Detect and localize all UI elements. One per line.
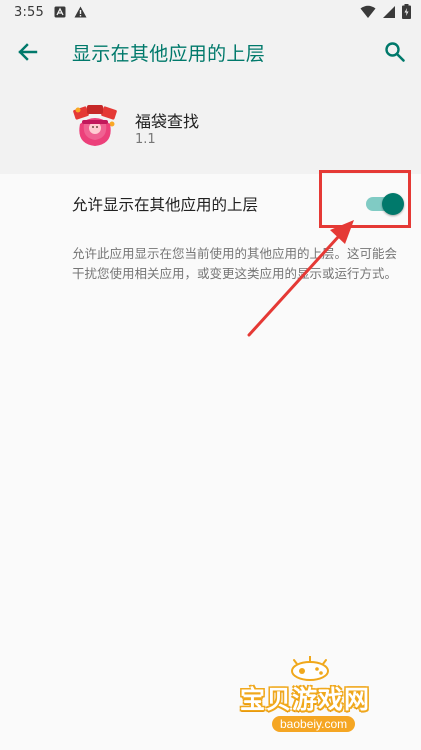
wifi-icon xyxy=(360,5,376,18)
page-title: 显示在其他应用的上层 xyxy=(72,43,266,65)
search-icon xyxy=(385,42,405,62)
warning-icon xyxy=(74,6,87,18)
watermark-domain: baobeiy.com xyxy=(272,716,356,732)
lucky-bag-app-icon xyxy=(73,105,117,146)
app-header: 福袋查找 1.1 xyxy=(0,80,421,174)
status-notification-icons xyxy=(54,6,87,18)
annotation-highlight-box xyxy=(319,170,411,228)
search-button[interactable] xyxy=(381,38,409,66)
setting-description: 允许此应用显示在您当前使用的其他应用的上层。这可能会干扰您使用相关应用，或变更这… xyxy=(72,246,398,281)
app-version: 1.1 xyxy=(135,132,156,147)
app-bar: 显示在其他应用的上层 xyxy=(0,24,421,80)
app-name: 福袋查找 xyxy=(135,112,200,131)
gamepad-mascot-icon xyxy=(291,656,329,681)
back-button[interactable] xyxy=(14,38,42,66)
arrow-left-icon xyxy=(18,43,38,61)
status-time: 3:55 xyxy=(14,4,44,20)
notification-a-icon xyxy=(54,6,66,18)
signal-icon xyxy=(383,5,395,18)
watermark-text: 宝贝游戏网 xyxy=(240,685,371,714)
status-system-icons xyxy=(360,4,411,19)
setting-label: 允许显示在其他应用的上层 xyxy=(72,196,259,214)
status-bar: 3:55 xyxy=(0,0,421,24)
watermark: 宝贝游戏网 baobeiy.com xyxy=(236,656,406,748)
battery-icon xyxy=(402,4,411,19)
